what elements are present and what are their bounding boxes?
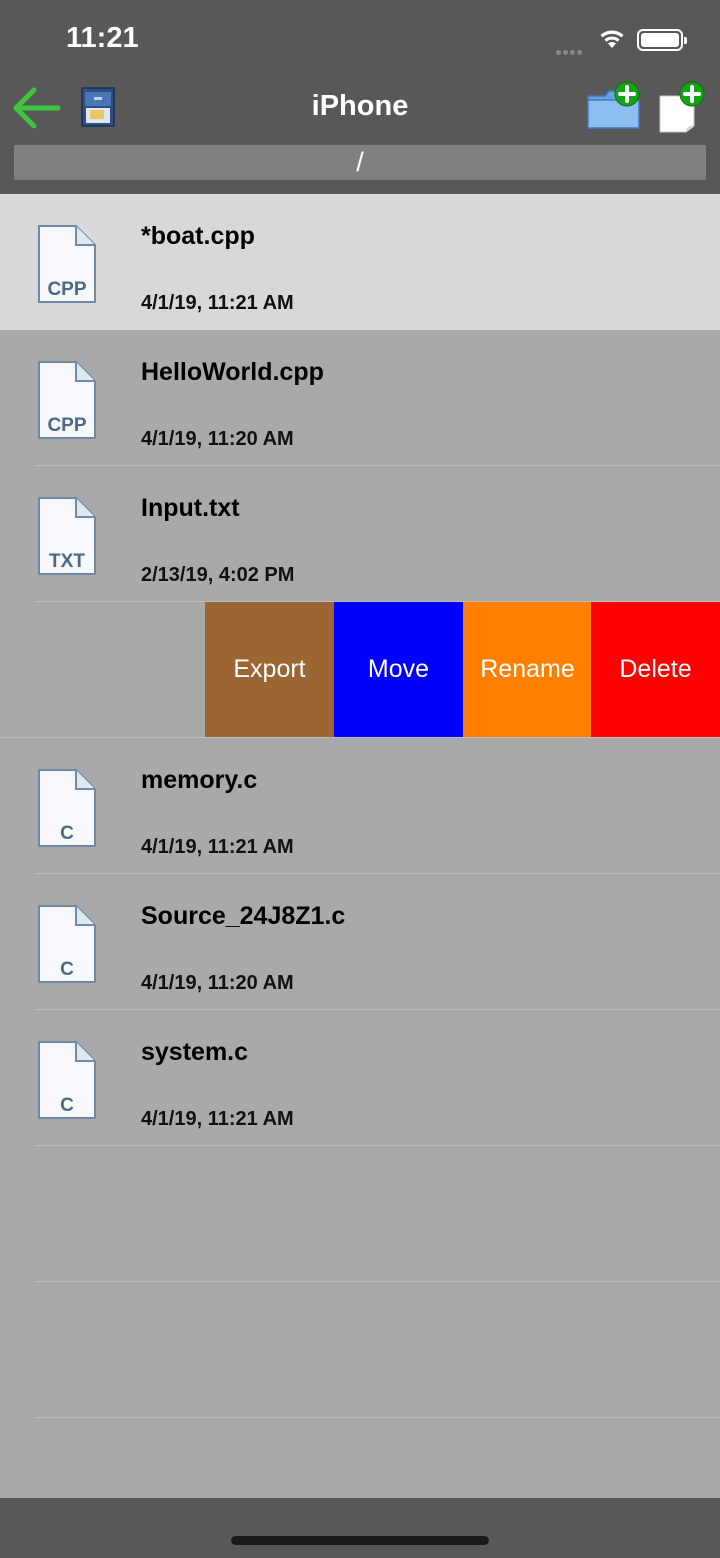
file-date: 4/1/19, 11:21 AM [141,292,294,314]
file-row[interactable]: CPP *boat.cpp 4/1/19, 11:21 AM [0,194,720,330]
export-button[interactable]: Export [205,602,334,737]
cpp-file-icon: CPP [38,225,96,303]
empty-row [0,1282,720,1418]
empty-row [0,1146,720,1282]
file-date: 4/1/19, 11:21 AM [141,1108,294,1130]
c-file-icon: C [38,905,96,983]
file-row[interactable]: C system.c 4/1/19, 11:21 AM [0,1010,720,1146]
file-row[interactable]: TXT Input.txt 2/13/19, 4:02 PM [0,466,720,602]
file-name: HelloWorld.cpp [141,358,324,386]
file-name: system.c [141,1038,249,1066]
file-row[interactable]: CPP HelloWorld.cpp 4/1/19, 11:20 AM [0,330,720,466]
status-time: 11:21 [66,22,139,54]
file-date: 4/1/19, 11:20 AM [141,428,294,450]
new-folder-icon[interactable] [585,80,643,132]
svg-text:CPP: CPP [47,415,86,436]
rename-button[interactable]: Rename [463,602,592,737]
svg-text:C: C [60,959,74,980]
svg-text:CPP: CPP [47,279,86,300]
c-file-icon: C [38,1041,96,1119]
svg-text:C: C [60,1095,74,1116]
svg-text:C: C [60,823,74,844]
file-name: Source_24J8Z1.c [141,902,346,930]
delete-button[interactable]: Delete [591,602,720,737]
file-name: Input.txt [141,494,240,522]
navigation-bar: iPhone / [0,78,720,194]
file-date: 4/1/19, 11:21 AM [141,836,294,858]
move-button[interactable]: Move [334,602,463,737]
file-row[interactable]: C Source_24J8Z1.c 4/1/19, 11:20 AM [0,874,720,1010]
file-name: memory.c [141,766,258,794]
bottom-bar [0,1498,720,1558]
battery-icon [637,29,687,51]
file-row[interactable]: C memory.c 4/1/19, 11:21 AM [0,738,720,874]
svg-text:TXT: TXT [49,551,85,572]
new-file-icon[interactable] [656,80,708,134]
status-bar: 11:21 [0,0,720,78]
wifi-icon [600,30,624,48]
txt-file-icon: TXT [38,497,96,575]
c-file-icon: C [38,769,96,847]
swipe-actions-row: Export Move Rename Delete [0,602,720,738]
cellular-signal-icon [556,42,584,60]
row-divider [35,1417,720,1418]
file-date: 4/1/19, 11:20 AM [141,972,294,994]
file-list: CPP *boat.cpp 4/1/19, 11:21 AM CPP Hello… [0,194,720,1418]
file-date: 2/13/19, 4:02 PM [141,564,295,586]
cpp-file-icon: CPP [38,361,96,439]
home-indicator[interactable] [231,1536,489,1545]
file-name: *boat.cpp [141,222,255,250]
path-bar: / [14,145,706,180]
